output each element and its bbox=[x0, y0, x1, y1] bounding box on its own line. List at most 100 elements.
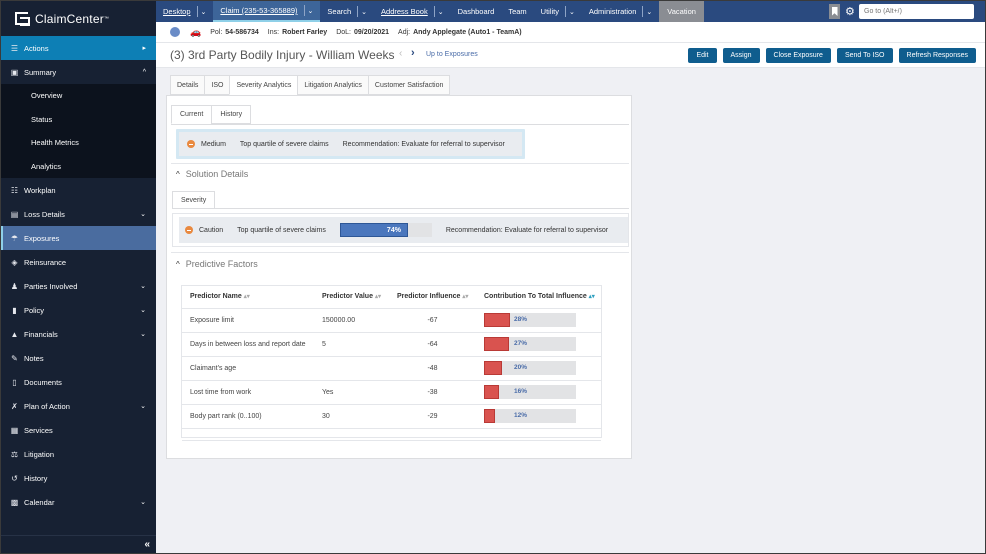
sidebar-item-litigation[interactable]: ⚖ Litigation bbox=[1, 442, 156, 466]
sidebar-subitem-status[interactable]: Status bbox=[1, 108, 156, 132]
gear-icon[interactable]: ⚙ bbox=[845, 5, 855, 18]
chevron-left-icon[interactable]: ‹ bbox=[399, 48, 402, 59]
col-predictor-name[interactable]: Predictor Name ▴▾ bbox=[182, 286, 314, 309]
chevron-icon[interactable]: ⌄ bbox=[140, 282, 146, 290]
sidebar-item-reinsurance[interactable]: ◈ Reinsurance bbox=[1, 250, 156, 274]
predictor-value: 30 bbox=[314, 404, 389, 429]
nav-utility[interactable]: Utility ⌄ bbox=[534, 1, 582, 22]
insured-name[interactable]: Robert Farley bbox=[282, 29, 327, 36]
date-of-loss: 09/20/2021 bbox=[353, 28, 390, 36]
sidebar-item-notes[interactable]: ✎ Notes bbox=[1, 346, 156, 370]
chevron-down-icon[interactable]: ⌄ bbox=[308, 7, 314, 15]
sidebar-subitem-health-metrics[interactable]: Health Metrics bbox=[1, 131, 156, 155]
sidebar-item-calendar[interactable]: ▩ Calendar ⌄ bbox=[1, 490, 156, 514]
predictive-factors-header[interactable]: ^ Predictive Factors bbox=[176, 259, 258, 269]
up-to-exposures-link[interactable]: Up to Exposures bbox=[426, 51, 478, 58]
chevron-icon[interactable]: ⌄ bbox=[140, 330, 146, 338]
bookmark-icon[interactable] bbox=[829, 4, 840, 19]
tab-customer-satisfaction[interactable]: Customer Satisfaction bbox=[367, 75, 451, 95]
tab-litigation-analytics[interactable]: Litigation Analytics bbox=[297, 75, 368, 95]
table-row: Body part rank (0..100) 30 -29 12% bbox=[182, 404, 601, 429]
chevron-down-icon[interactable]: ⌄ bbox=[646, 8, 652, 16]
predictor-value: Yes bbox=[314, 380, 389, 405]
nav-desktop[interactable]: Desktop ⌄ bbox=[156, 1, 213, 22]
sidebar-item-parties-involved[interactable]: ♟ Parties Involved ⌄ bbox=[1, 274, 156, 298]
chevron-down-icon[interactable]: ⌄ bbox=[201, 8, 207, 16]
app-frame: ClaimCenter ™ ☰ Actions ▸ ▣ Summary ^ Overview S… bbox=[1, 1, 985, 553]
sidebar-item-plan-of-action[interactable]: ✗ Plan of Action ⌄ bbox=[1, 394, 156, 418]
chevron-icon[interactable]: ^ bbox=[143, 69, 146, 76]
sidebar-item-documents[interactable]: ▯ Documents bbox=[1, 370, 156, 394]
policy-number[interactable]: 54-586734 bbox=[225, 29, 258, 36]
sort-icon: ▴▾ bbox=[462, 294, 469, 301]
solution-details-header[interactable]: ^ Solution Details bbox=[176, 169, 248, 179]
chevron-up-icon[interactable]: ^ bbox=[176, 170, 180, 179]
services-icon: ▦ bbox=[10, 425, 19, 435]
table-row: Days in between loss and report date 5 -… bbox=[182, 332, 601, 357]
nav-team[interactable]: Team bbox=[501, 1, 533, 22]
financials-icon: ▲ bbox=[10, 329, 19, 339]
adjuster[interactable]: Andy Applegate (Auto1 - TeamA) bbox=[413, 29, 522, 36]
contribution-bar-fill bbox=[484, 313, 510, 327]
caution-label: Caution bbox=[199, 226, 224, 234]
nav-vacation[interactable]: Vacation bbox=[659, 1, 704, 22]
calendar-icon: ▩ bbox=[10, 497, 19, 507]
page-title: (3) 3rd Party Bodily Injury - William We… bbox=[170, 48, 395, 62]
chevron-down-icon[interactable]: ⌄ bbox=[438, 8, 444, 16]
sidebar-item-history[interactable]: ↺ History bbox=[1, 466, 156, 490]
col-predictor-value[interactable]: Predictor Value ▴▾ bbox=[314, 286, 389, 309]
sidebar-item-label: Reinsurance bbox=[24, 257, 67, 267]
chevron-icon[interactable]: ⌄ bbox=[140, 210, 146, 218]
nav-address-book[interactable]: Address Book ⌄ bbox=[374, 1, 451, 22]
nav-claim[interactable]: Claim (235-53-365889) ⌄ bbox=[213, 1, 321, 22]
sidebar-item-summary[interactable]: ▣ Summary ^ bbox=[1, 60, 156, 84]
col-contribution[interactable]: Contribution To Total Influence ▴▾ bbox=[476, 286, 601, 309]
close-exposure-button[interactable]: Close Exposure bbox=[765, 48, 831, 63]
edit-button[interactable]: Edit bbox=[688, 48, 717, 63]
tab-severity-analytics[interactable]: Severity Analytics bbox=[229, 75, 298, 95]
collapse-sidebar-button[interactable]: « bbox=[1, 535, 156, 553]
sidebar-item-label: Summary bbox=[24, 67, 57, 77]
exposure-tabs: Details ISO Severity Analytics Litigatio… bbox=[170, 75, 451, 95]
refresh-responses-button[interactable]: Refresh Responses bbox=[898, 48, 976, 63]
assign-button[interactable]: Assign bbox=[722, 48, 760, 63]
predictor-value: 5 bbox=[314, 332, 389, 357]
subtab-current[interactable]: Current bbox=[171, 105, 212, 124]
nav-administration[interactable]: Administration ⌄ bbox=[582, 1, 659, 22]
col-predictor-influence[interactable]: Predictor Influence ▴▾ bbox=[389, 286, 476, 309]
sidebar-item-actions[interactable]: ☰ Actions ▸ bbox=[1, 36, 156, 60]
sidebar-item-policy[interactable]: ▮ Policy ⌄ bbox=[1, 298, 156, 322]
app-logo: ClaimCenter ™ bbox=[1, 1, 156, 36]
severity-level: Medium bbox=[201, 140, 226, 148]
sidebar-item-label: Actions bbox=[24, 43, 49, 53]
sidebar-item-financials[interactable]: ▲ Financials ⌄ bbox=[1, 322, 156, 346]
chevron-icon[interactable]: ▸ bbox=[142, 44, 146, 52]
predictor-influence: -64 bbox=[389, 332, 476, 357]
sidebar-item-label: Services bbox=[24, 425, 53, 435]
chevron-up-icon[interactable]: ^ bbox=[176, 260, 180, 269]
nav-dashboard[interactable]: Dashboard bbox=[451, 1, 502, 22]
chevron-down-icon[interactable]: ⌄ bbox=[361, 8, 367, 16]
history-icon: ↺ bbox=[11, 473, 18, 483]
nav-search[interactable]: Search ⌄ bbox=[320, 1, 374, 22]
chevron-icon[interactable]: ⌄ bbox=[140, 306, 146, 314]
goto-input[interactable] bbox=[859, 4, 974, 19]
sidebar-item-label: Calendar bbox=[24, 497, 55, 507]
chevron-down-icon[interactable]: ⌄ bbox=[569, 8, 575, 16]
subtab-history[interactable]: History bbox=[211, 105, 252, 124]
sidebar-item-workplan[interactable]: ☷ Workplan bbox=[1, 178, 156, 202]
sidebar-item-loss-details[interactable]: ▤ Loss Details ⌄ bbox=[1, 202, 156, 226]
sidebar-item-exposures[interactable]: ☂ Exposures bbox=[1, 226, 156, 250]
sidebar-subitem-overview[interactable]: Overview bbox=[1, 84, 156, 108]
contribution-label: 28% bbox=[514, 316, 528, 323]
tab-details[interactable]: Details bbox=[170, 75, 205, 95]
chevron-right-icon[interactable]: › bbox=[411, 47, 415, 59]
tab-severity[interactable]: Severity bbox=[172, 191, 216, 209]
sidebar-subitem-analytics[interactable]: Analytics bbox=[1, 155, 156, 179]
send-to-iso-button[interactable]: Send To ISO bbox=[836, 48, 893, 63]
severity-analytics-panel: Current History Medium Top quartile of s… bbox=[166, 95, 632, 457]
chevron-icon[interactable]: ⌄ bbox=[140, 498, 146, 506]
sidebar-item-services[interactable]: ▦ Services bbox=[1, 418, 156, 442]
tab-iso[interactable]: ISO bbox=[204, 75, 230, 95]
chevron-icon[interactable]: ⌄ bbox=[140, 402, 146, 410]
